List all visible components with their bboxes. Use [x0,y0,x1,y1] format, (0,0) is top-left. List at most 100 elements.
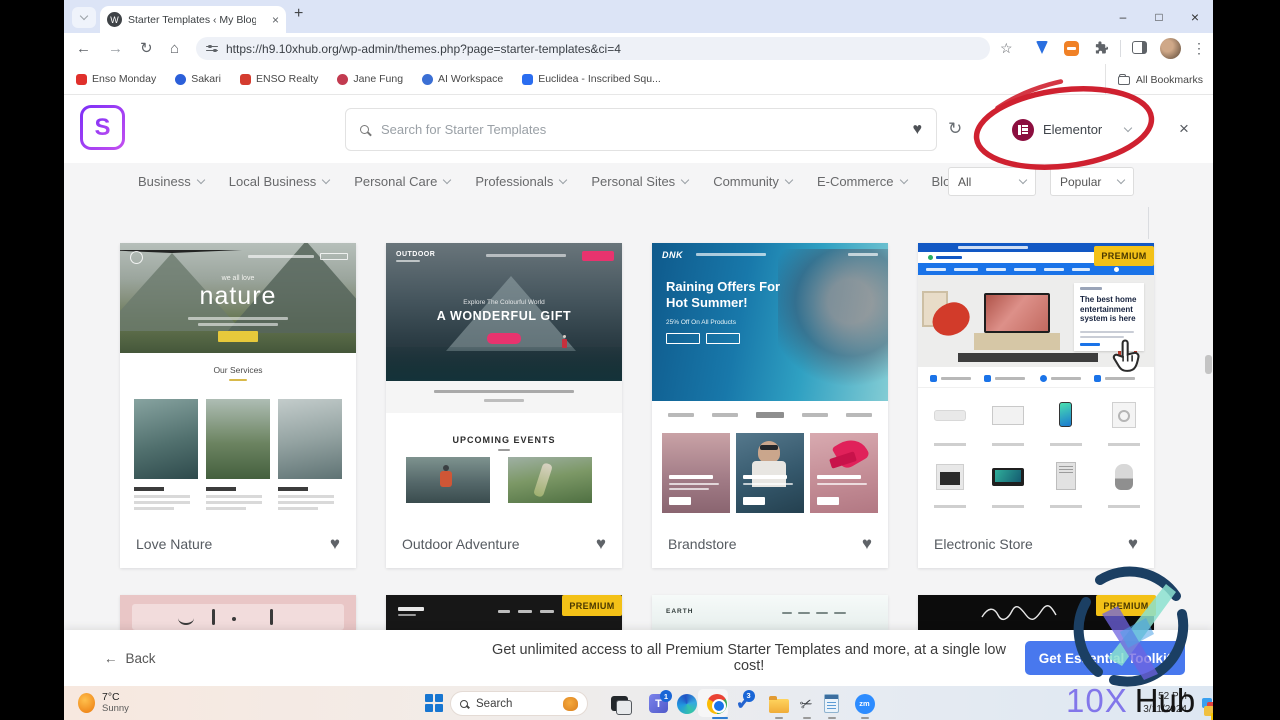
template-thumbnail[interactable]: DNK Raining Offers For Hot Summer! 25% Of… [652,243,888,520]
thumb-hero: The best home entertainment system is he… [918,275,1154,367]
template-card-brandstore[interactable]: DNK Raining Offers For Hot Summer! 25% Of… [652,243,888,568]
teams-app-button[interactable]: T1 [647,690,672,715]
address-bar[interactable]: https://h9.10xhub.org/wp-admin/themes.ph… [196,37,990,60]
new-tab-button[interactable]: + [294,5,303,23]
window-close-button[interactable]: × [1177,0,1213,33]
category-community[interactable]: Community [713,174,794,189]
bookmark-star-icon[interactable]: ☆ [1000,39,1013,58]
bookmark-label: Enso Monday [92,73,157,85]
bookmark-item[interactable]: Euclidea - Inscribed Squ... [522,73,661,85]
premium-banner: ← Back Get unlimited access to all Premi… [64,630,1213,686]
template-search-input[interactable] [379,121,913,138]
category-filter-row: Business Local Business Personal Care Pr… [64,163,1213,200]
template-card-electronic-store[interactable]: PREMIUM The best home entertainment syst… [918,243,1154,568]
template-thumbnail[interactable]: OUTDOOR Explore The Colourful World A WO… [386,243,622,520]
all-bookmarks-button[interactable]: All Bookmarks [1104,64,1203,95]
home-icon[interactable]: ⌂ [170,39,179,58]
template-thumbnail[interactable]: we all love nature Our Services [120,243,356,520]
running-indicator [712,717,728,719]
task-view-button[interactable] [608,692,632,715]
get-essential-toolkit-button[interactable]: Get Essential Toolkit [1025,641,1185,675]
sync-icon[interactable]: ↻ [948,119,962,139]
thumb-cta-button [706,333,740,344]
chevron-down-icon [321,175,331,185]
taskbar-clock[interactable]: 52 PM 3/11/2024 [1143,691,1187,716]
premium-badge: PREMIUM [1096,595,1156,616]
side-panel-icon[interactable] [1132,41,1147,54]
site-settings-icon[interactable] [206,45,218,52]
card-footer: Electronic Store ♥ [918,520,1154,568]
weather-icon[interactable] [78,693,95,713]
bookmark-item[interactable]: ENSO Realty [239,73,318,85]
tab-search-button[interactable] [72,7,96,28]
premium-badge: PREMIUM [1094,246,1154,266]
forward-icon[interactable]: → [108,39,123,58]
starter-templates-header: S ♥ ↻ Elementor × [64,95,1213,239]
template-card-partial[interactable]: PREMIUM [918,595,1156,630]
favorite-heart-icon[interactable]: ♥ [862,534,872,554]
premium-badge: PREMIUM [562,595,622,616]
weather-condition[interactable]: Sunny [102,703,129,714]
bookmark-favicon [76,73,87,85]
notepad-icon [824,694,839,713]
bookmark-item[interactable]: Jane Fung [337,73,403,85]
tab-close-icon[interactable]: × [272,14,279,26]
extension-icon[interactable] [1064,41,1079,56]
back-icon[interactable]: ← [76,39,91,58]
running-indicator [775,717,783,719]
scrollbar-thumb[interactable] [1205,355,1212,374]
taskbar-search[interactable]: Search [450,691,588,716]
todo-app-button[interactable]: ✔ 3 [732,689,755,715]
snipping-tool-button[interactable]: ✂ [795,692,818,715]
window-minimize-button[interactable]: – [1105,0,1141,33]
back-button[interactable]: ← Back [104,630,156,686]
favorite-heart-icon[interactable]: ♥ [1128,534,1138,554]
notepad-button[interactable] [820,692,843,715]
close-library-button[interactable]: × [1172,117,1196,141]
category-local-business[interactable]: Local Business [229,174,331,189]
search-highlight-icon [563,696,578,711]
favorite-heart-icon[interactable]: ♥ [330,534,340,554]
chrome-app-button[interactable] [705,692,728,715]
start-button[interactable] [425,694,443,712]
header-divider [1148,207,1149,239]
browser-tab[interactable]: W Starter Templates ‹ My Blog — WordP × [100,6,286,33]
template-thumbnail[interactable]: The best home entertainment system is he… [918,243,1154,520]
template-search-bar[interactable]: ♥ [345,108,937,151]
favorites-heart-icon[interactable]: ♥ [913,121,923,139]
zoom-icon: zm [854,693,875,714]
reload-icon[interactable]: ↻ [140,39,153,58]
bookmark-item[interactable]: AI Workspace [422,73,503,85]
thumb-title: A WONDERFUL GIFT [436,309,572,323]
template-card-outdoor-adventure[interactable]: OUTDOOR Explore The Colourful World A WO… [386,243,622,568]
page-builder-select[interactable]: Elementor [1002,108,1142,151]
sort-filter-dropdown[interactable]: Popular [1050,167,1134,196]
template-card-partial[interactable] [120,595,356,630]
profile-avatar[interactable] [1160,38,1181,59]
weather-temperature[interactable]: 7°C [102,691,120,703]
thumb-subtitle: 25% Off On All Products [666,319,736,326]
file-explorer-button[interactable] [767,692,790,715]
window-maximize-button[interactable]: □ [1141,0,1177,33]
category-business[interactable]: Business [138,174,205,189]
browser-menu-icon[interactable]: ⋮ [1192,39,1206,58]
template-card-love-nature[interactable]: we all love nature Our Services Love Nat… [120,243,356,568]
template-card-partial[interactable]: PREMIUM [386,595,622,630]
thumb-hero: DNK Raining Offers For Hot Summer! 25% Of… [652,243,888,401]
extension-icon[interactable] [1036,41,1048,54]
category-professionals[interactable]: Professionals [475,174,568,189]
category-ecommerce[interactable]: E-Commerce [817,174,908,189]
folder-icon [1117,74,1130,85]
zoom-app-button[interactable]: zm [853,692,876,715]
template-card-partial[interactable]: EARTH [652,595,888,630]
favorite-heart-icon[interactable]: ♥ [596,534,606,554]
extensions-puzzle-icon[interactable] [1094,41,1109,56]
bookmark-item[interactable]: Enso Monday [76,73,156,85]
edge-app-button[interactable] [675,692,698,715]
thumb-script-logo [981,605,1057,621]
bookmark-favicon [522,73,534,85]
category-personal-care[interactable]: Personal Care [354,174,452,189]
type-filter-dropdown[interactable]: All [948,167,1036,196]
category-personal-sites[interactable]: Personal Sites [591,174,690,189]
bookmark-item[interactable]: Sakari [175,73,221,85]
